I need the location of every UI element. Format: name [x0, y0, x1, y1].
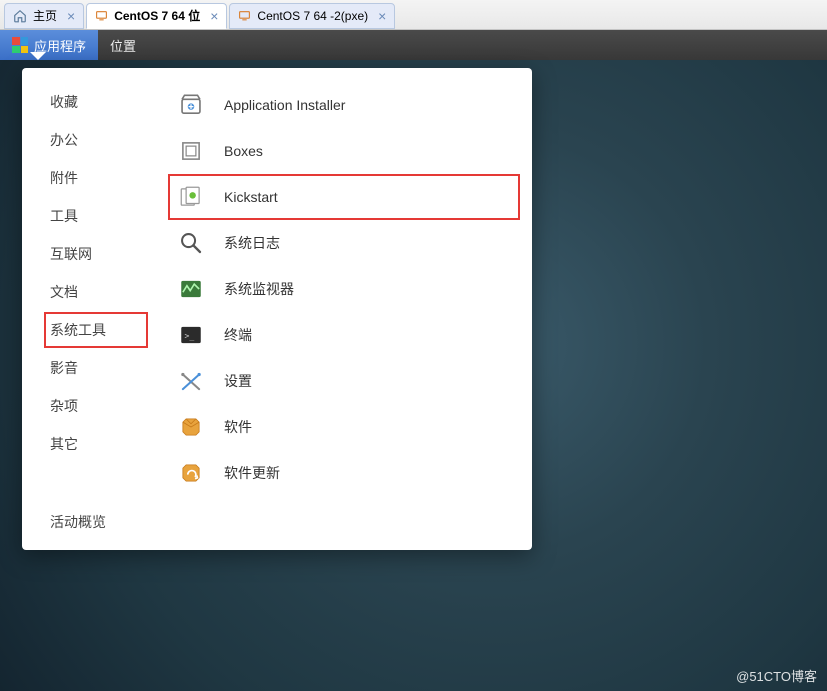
app-label: 系统日志: [224, 233, 280, 253]
vm-icon: [238, 9, 251, 22]
tab-vm-centos7-64-pxe[interactable]: CentOS 7 64 -2(pxe) ×: [229, 3, 395, 29]
tab-label: CentOS 7 64 位: [114, 7, 200, 24]
app-terminal[interactable]: >_ 终端: [176, 320, 512, 350]
watermark-text: @51CTO博客: [736, 666, 817, 685]
app-kickstart[interactable]: Kickstart: [176, 182, 512, 212]
applications-icon: [12, 37, 28, 53]
application-list: Application Installer Boxes Kickstart: [152, 90, 532, 488]
app-label: 软件: [224, 417, 252, 437]
category-office[interactable]: 办公: [50, 128, 142, 152]
app-settings[interactable]: 设置: [176, 366, 512, 396]
app-label: 软件更新: [224, 463, 280, 483]
app-system-log[interactable]: 系统日志: [176, 228, 512, 258]
close-icon[interactable]: ×: [67, 8, 75, 24]
category-sundry[interactable]: 杂项: [50, 394, 142, 418]
tab-label: CentOS 7 64 -2(pxe): [257, 9, 368, 23]
category-other[interactable]: 其它: [50, 432, 142, 456]
tab-vm-centos7-64[interactable]: CentOS 7 64 位 ×: [86, 3, 227, 29]
app-software[interactable]: 软件: [176, 412, 512, 442]
gnome-menu-bar: 应用程序 位置: [0, 30, 827, 60]
close-icon[interactable]: ×: [210, 8, 218, 24]
terminal-icon: >_: [176, 320, 206, 350]
category-list: 收藏 办公 附件 工具 互联网 文档 系统工具 影音 杂项 其它: [22, 90, 152, 488]
category-internet[interactable]: 互联网: [50, 242, 142, 266]
tab-home[interactable]: 主页 ×: [4, 3, 84, 29]
app-software-update[interactable]: 软件更新: [176, 458, 512, 488]
close-icon[interactable]: ×: [378, 8, 386, 24]
app-application-installer[interactable]: Application Installer: [176, 90, 512, 120]
desktop-background: 收藏 办公 附件 工具 互联网 文档 系统工具 影音 杂项 其它 Applica…: [0, 60, 827, 691]
logs-icon: [176, 228, 206, 258]
menu-applications[interactable]: 应用程序: [0, 30, 98, 60]
software-icon: [176, 412, 206, 442]
menu-label: 位置: [110, 36, 136, 55]
tab-label: 主页: [33, 7, 57, 24]
installer-icon: [176, 90, 206, 120]
app-label: 系统监视器: [224, 279, 294, 299]
menu-label: 应用程序: [34, 36, 86, 55]
category-system-tools[interactable]: 系统工具: [50, 318, 142, 342]
category-accessories[interactable]: 附件: [50, 166, 142, 190]
app-label: Kickstart: [224, 189, 278, 205]
vm-icon: [95, 9, 108, 22]
app-label: Application Installer: [224, 97, 345, 113]
activities-overview-button[interactable]: 活动概览: [22, 512, 532, 532]
category-multimedia[interactable]: 影音: [50, 356, 142, 380]
category-tools[interactable]: 工具: [50, 204, 142, 228]
home-icon: [13, 9, 27, 23]
vm-tab-bar: 主页 × CentOS 7 64 位 × CentOS 7 64 -2(pxe)…: [0, 0, 827, 30]
kickstart-icon: [176, 182, 206, 212]
app-boxes[interactable]: Boxes: [176, 136, 512, 166]
app-label: 终端: [224, 325, 252, 345]
settings-icon: [176, 366, 206, 396]
monitor-icon: [176, 274, 206, 304]
boxes-icon: [176, 136, 206, 166]
app-label: 设置: [224, 371, 252, 391]
category-favorites[interactable]: 收藏: [50, 90, 142, 114]
category-documentation[interactable]: 文档: [50, 280, 142, 304]
menu-places[interactable]: 位置: [98, 30, 148, 60]
svg-text:>_: >_: [185, 330, 195, 340]
updates-icon: [176, 458, 206, 488]
app-label: Boxes: [224, 143, 263, 159]
app-system-monitor[interactable]: 系统监视器: [176, 274, 512, 304]
applications-popover: 收藏 办公 附件 工具 互联网 文档 系统工具 影音 杂项 其它 Applica…: [22, 68, 532, 550]
